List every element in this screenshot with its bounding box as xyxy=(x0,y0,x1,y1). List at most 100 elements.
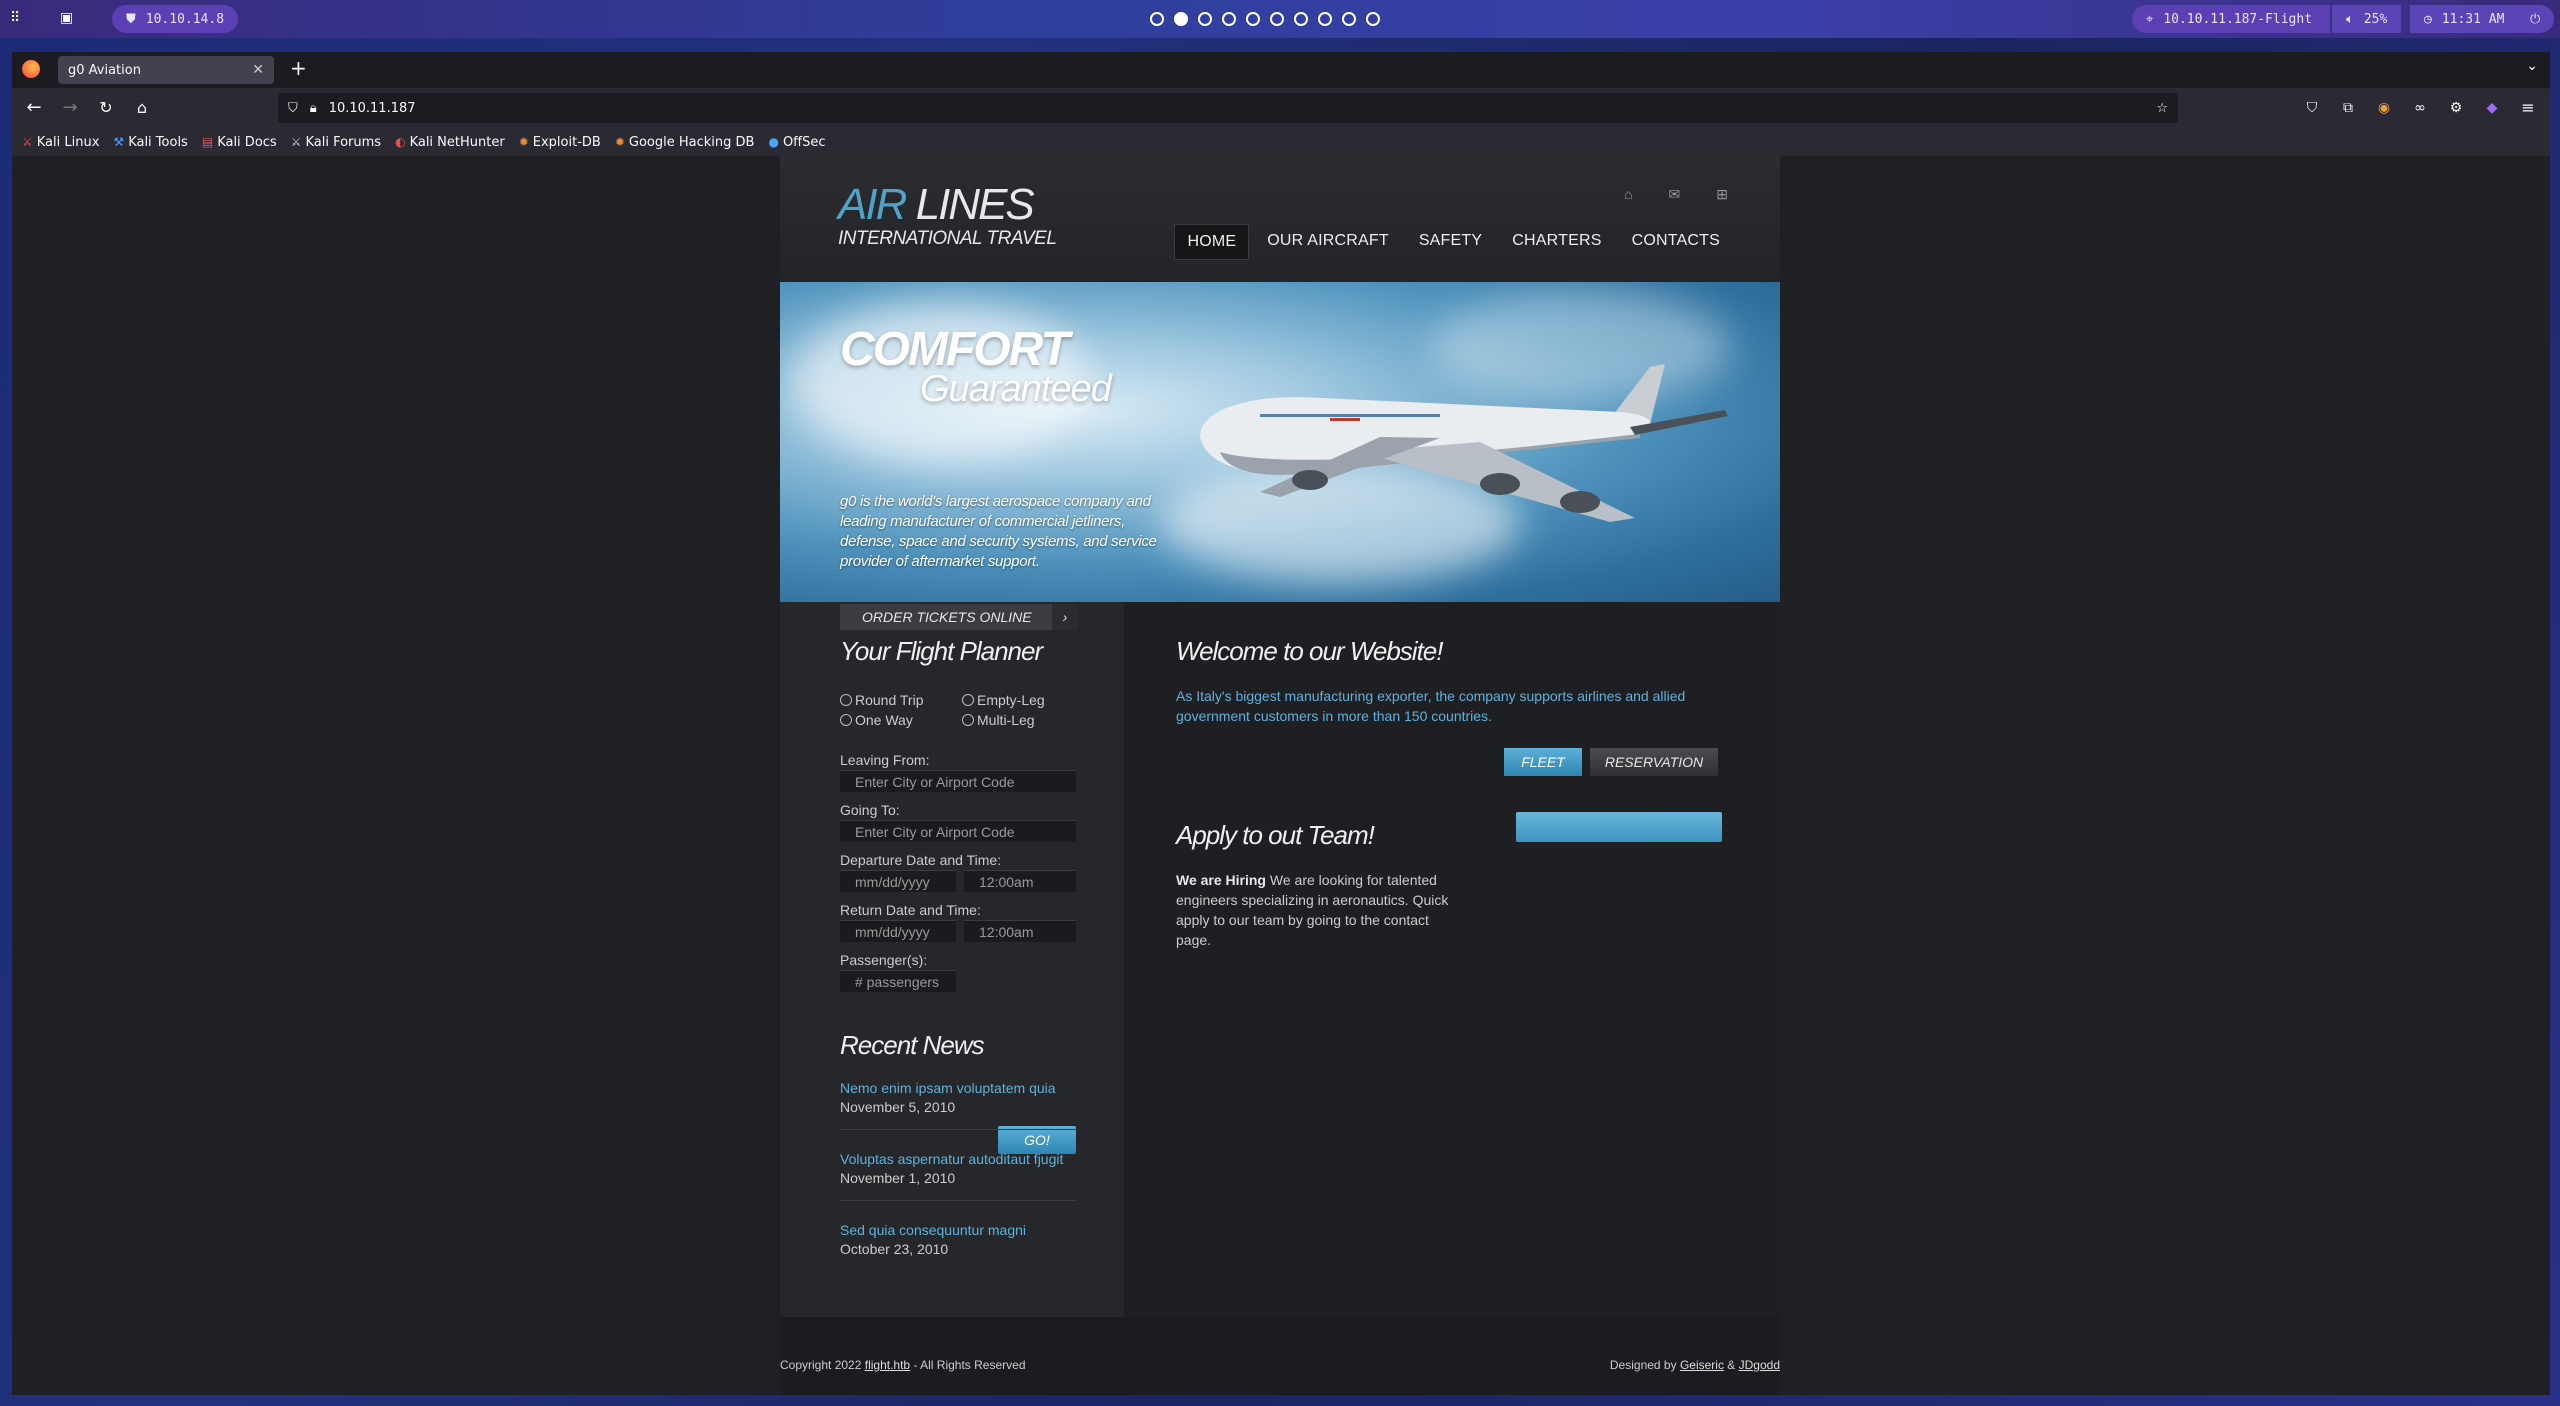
bookmark-item[interactable]: ✹ Exploit-DB xyxy=(519,135,601,150)
hero-description: g0 is the world's largest aerospace comp… xyxy=(840,493,1157,570)
geiseric-link[interactable]: Geiseric xyxy=(1680,1358,1724,1372)
going-to-input[interactable]: Enter City or Airport Code xyxy=(840,820,1076,842)
menu-charters[interactable]: CHARTERS xyxy=(1500,224,1613,260)
close-icon[interactable]: ✕ xyxy=(252,62,264,78)
kali-forums-icon: ⚔ xyxy=(290,135,302,149)
extensions-icon[interactable]: ⧉ xyxy=(2334,88,2362,128)
site-logo[interactable]: AIR LINES xyxy=(838,180,1035,230)
return-label: Return Date and Time: xyxy=(840,902,981,918)
workspace-switcher[interactable] xyxy=(1150,12,1380,26)
radio-multi-leg[interactable]: Multi-Leg xyxy=(962,712,1035,728)
radio-empty-leg[interactable]: Empty-Leg xyxy=(962,692,1045,708)
menu-icon[interactable]: ≡ xyxy=(2514,88,2542,128)
bookmark-item[interactable]: ✹ Google Hacking DB xyxy=(615,135,755,150)
workspace-dot[interactable] xyxy=(1198,12,1212,26)
apply-banner[interactable] xyxy=(1516,812,1722,842)
back-icon[interactable]: ← xyxy=(20,88,48,128)
hero-subtitle: Guaranteed xyxy=(920,368,1112,410)
tracking-shield-icon[interactable]: ⛉ xyxy=(288,101,298,116)
flight-htb-link[interactable]: flight.htb xyxy=(865,1358,910,1372)
bookmark-item[interactable]: ◐ Kali NetHunter xyxy=(395,135,505,150)
workspace-dot[interactable] xyxy=(1318,12,1332,26)
radio-circle[interactable] xyxy=(962,714,974,726)
radio-one-way[interactable]: One Way xyxy=(840,712,913,728)
reservation-button[interactable]: RESERVATION xyxy=(1590,748,1718,776)
right-column: Welcome to our Website! As Italy's bigge… xyxy=(1124,602,1780,1317)
apps-menu-icon[interactable]: ⠿ xyxy=(10,10,20,26)
jdgodd-link[interactable]: JDgodd xyxy=(1739,1358,1780,1372)
news-link[interactable]: Sed quia consequuntur magni xyxy=(840,1222,1076,1238)
header-icons: ⌂ ✉ ⊞ xyxy=(1624,186,1728,203)
radio-circle[interactable] xyxy=(962,694,974,706)
workspace-dot[interactable] xyxy=(1366,12,1380,26)
radio-circle[interactable] xyxy=(840,694,852,706)
website: AIR LINES INTERNATIONAL TRAVEL ⌂ ✉ ⊞ HOM… xyxy=(780,156,1780,1395)
bookmark-star-icon[interactable]: ☆ xyxy=(2156,101,2168,116)
window-icon[interactable]: ▣ xyxy=(60,10,73,26)
bookmark-item[interactable]: ⚒ Kali Tools xyxy=(113,135,187,150)
speaker-icon: 🔈︎ xyxy=(2346,11,2354,27)
leaving-from-input[interactable]: Enter City or Airport Code xyxy=(840,770,1076,792)
menu-contacts[interactable]: CONTACTS xyxy=(1620,224,1732,260)
go-button[interactable]: GO! xyxy=(998,1126,1076,1154)
radio-circle[interactable] xyxy=(840,714,852,726)
nethunter-icon: ◐ xyxy=(395,135,406,149)
departure-date-input[interactable]: mm/dd/yyyy xyxy=(840,870,956,892)
pocket-icon[interactable]: ⛉ xyxy=(2298,88,2326,128)
workspace-dot[interactable] xyxy=(1270,12,1284,26)
leaving-label: Leaving From: xyxy=(840,752,930,768)
list-tabs-icon[interactable]: ⌄ xyxy=(2526,58,2538,74)
workspace-dot[interactable] xyxy=(1246,12,1260,26)
workspace-dot[interactable] xyxy=(1174,12,1188,26)
welcome-text: As Italy's biggest manufacturing exporte… xyxy=(1176,688,1686,724)
workspace-dot[interactable] xyxy=(1342,12,1356,26)
kali-icon: ⚔ xyxy=(22,135,33,149)
news-link[interactable]: Voluptas aspernatur autoditaut fjugit xyxy=(840,1151,1076,1167)
fleet-button[interactable]: FLEET xyxy=(1504,748,1582,776)
departure-time-input[interactable]: 12:00am xyxy=(964,870,1076,892)
going-label: Going To: xyxy=(840,802,900,818)
news-link[interactable]: Nemo enim ipsam voluptatem quia xyxy=(840,1080,1076,1096)
mail-icon[interactable]: ✉ xyxy=(1669,186,1681,203)
return-date-input[interactable]: mm/dd/yyyy xyxy=(840,920,956,942)
tab-active[interactable]: g0 Aviation ✕ xyxy=(58,56,274,84)
bookmark-item[interactable]: ● OffSec xyxy=(768,135,825,150)
new-tab-icon[interactable]: + xyxy=(290,56,307,80)
browser-window: g0 Aviation ✕ + ⌄ ← → ↻ ⌂ ⛉ 🔒︎ 10.10.11.1… xyxy=(12,52,2550,1395)
passengers-input[interactable]: # passengers xyxy=(840,970,956,992)
workspace-dot[interactable] xyxy=(1150,12,1164,26)
logo-subtitle: INTERNATIONAL TRAVEL xyxy=(838,228,1057,249)
wappalyzer-icon[interactable]: ◆ xyxy=(2478,88,2506,128)
volume-pill[interactable]: 🔈︎ 25% xyxy=(2332,5,2402,33)
sitemap-icon[interactable]: ⊞ xyxy=(1716,186,1728,203)
home-icon[interactable]: ⌂ xyxy=(128,88,156,128)
order-tickets-button[interactable]: ORDER TICKETS ONLINE › xyxy=(840,604,1078,630)
recent-news-title: Recent News xyxy=(840,1030,985,1060)
menu-safety[interactable]: SAFETY xyxy=(1407,224,1494,260)
ghdb-icon: ✹ xyxy=(614,135,625,149)
url-bar[interactable]: ⛉ 🔒︎ 10.10.11.187 ☆ xyxy=(278,93,2178,123)
radio-round-trip[interactable]: Round Trip xyxy=(840,692,923,708)
firefox-icon[interactable] xyxy=(22,60,40,78)
settings-icon[interactable]: ⚙ xyxy=(2442,88,2470,128)
menu-home[interactable]: HOME xyxy=(1174,224,1250,260)
return-time-input[interactable]: 12:00am xyxy=(964,920,1076,942)
home-icon[interactable]: ⌂ xyxy=(1624,186,1632,203)
addon-icon[interactable]: ◉ xyxy=(2370,88,2398,128)
url-text[interactable]: 10.10.11.187 xyxy=(329,101,416,116)
workspace-dot[interactable] xyxy=(1294,12,1308,26)
menu-our-aircraft[interactable]: OUR AIRCRAFT xyxy=(1255,224,1401,260)
vpn-ip-pill: ⛊ 10.10.14.8 xyxy=(112,5,239,33)
target-host-pill: ⌖ 10.10.11.187-Flight xyxy=(2132,5,2331,33)
foxyproxy-icon[interactable]: ∞ xyxy=(2406,88,2434,128)
bookmark-item[interactable]: ▤ Kali Docs xyxy=(202,135,277,150)
workspace-dot[interactable] xyxy=(1222,12,1236,26)
reload-icon[interactable]: ↻ xyxy=(92,88,120,128)
bookmark-item[interactable]: ⚔ Kali Linux xyxy=(22,135,99,150)
bookmark-item[interactable]: ⚔ Kali Forums xyxy=(291,135,381,150)
clock-icon: ◷ xyxy=(2424,11,2432,27)
forward-icon[interactable]: → xyxy=(56,88,84,128)
nav-toolbar: ← → ↻ ⌂ ⛉ 🔒︎ 10.10.11.187 ☆ ⛉ ⧉ ◉ ∞ ⚙ ◆ … xyxy=(12,88,2550,128)
power-icon[interactable]: ⏻ xyxy=(2520,5,2554,33)
lock-icon[interactable]: 🔒︎ xyxy=(310,101,317,116)
